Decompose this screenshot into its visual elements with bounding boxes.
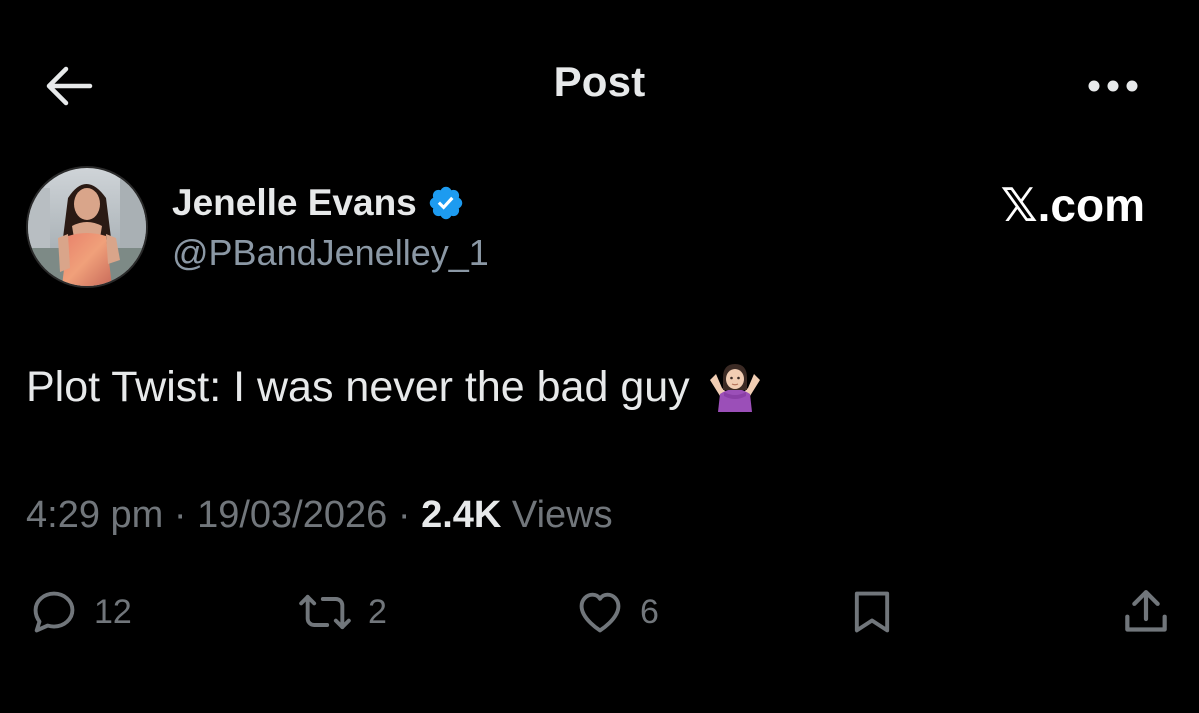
reply-button[interactable]: 12 [26,582,132,642]
meta-separator: · [163,494,198,536]
page-title: Post [553,58,646,105]
post-text: Plot Twist: I was never the bad guy [26,362,690,411]
like-button[interactable]: 6 [572,582,659,642]
more-horizontal-icon [1088,80,1138,92]
person-shrugging-emoji-icon [706,362,764,412]
author-handle[interactable]: @PBandJenelley_1 [172,232,489,274]
more-options-button[interactable] [1081,62,1145,110]
post-time[interactable]: 4:29 pm [26,494,163,536]
heart-icon [579,592,621,633]
bookmark-button[interactable] [846,582,898,642]
avatar[interactable] [26,166,148,288]
repost-icon [299,594,351,630]
profile-photo [28,168,146,286]
post-body: Plot Twist: I was never the bad guy [26,362,764,412]
post-meta: 4:29 pm · 19/03/2026 · 2.4K Views [26,494,613,537]
watermark-label: 𝕏.com [1000,179,1145,231]
views-count: 2.4K [421,494,502,536]
reply-icon [33,591,75,633]
bookmark-icon [854,591,890,633]
views-label: Views [511,494,613,536]
author-row: Jenelle Evans [172,178,465,228]
repost-count: 2 [368,592,387,631]
verified-badge-icon [427,184,465,222]
meta-separator: · [387,494,422,536]
author-name[interactable]: Jenelle Evans [172,182,417,224]
like-count: 6 [640,592,659,631]
post-date[interactable]: 19/03/2026 [197,494,387,536]
repost-button[interactable]: 2 [294,582,387,642]
reply-count: 12 [94,592,132,631]
share-icon [1125,590,1167,632]
top-bar: Post [0,0,1199,170]
action-bar: 12 2 6 [0,582,1199,642]
share-button[interactable] [1118,582,1174,642]
